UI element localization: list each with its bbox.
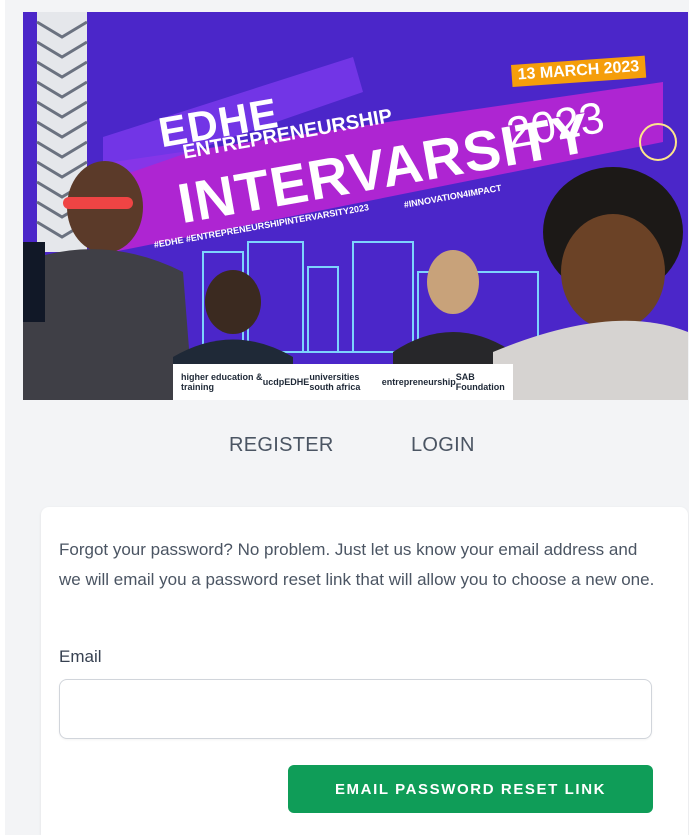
forgot-password-card: Forgot your password? No problem. Just l… <box>41 507 688 835</box>
sponsor-logo: higher education & training <box>181 372 263 392</box>
sponsor-logo: entrepreneurship <box>381 377 456 387</box>
register-link[interactable]: REGISTER <box>229 434 334 457</box>
sponsor-logo: EDHE <box>284 377 310 387</box>
sponsor-logo: universities south africa <box>309 372 361 392</box>
sponsor-logo: ucdp <box>262 377 285 387</box>
forgot-password-message: Forgot your password? No problem. Just l… <box>59 540 655 589</box>
email-password-reset-button[interactable]: EMAIL PASSWORD RESET LINK <box>288 765 653 813</box>
email-input[interactable] <box>59 679 652 739</box>
email-label: Email <box>59 647 102 666</box>
sponsor-logos: higher education & training ucdp EDHE un… <box>173 364 513 400</box>
login-link[interactable]: LOGIN <box>411 434 475 457</box>
event-banner: 13 MARCH 2023 EDHE ENTREPRENEURSHIP INTE… <box>23 12 688 400</box>
page-edge <box>0 0 5 835</box>
sponsor-logo: SAB Foundation <box>455 372 505 392</box>
